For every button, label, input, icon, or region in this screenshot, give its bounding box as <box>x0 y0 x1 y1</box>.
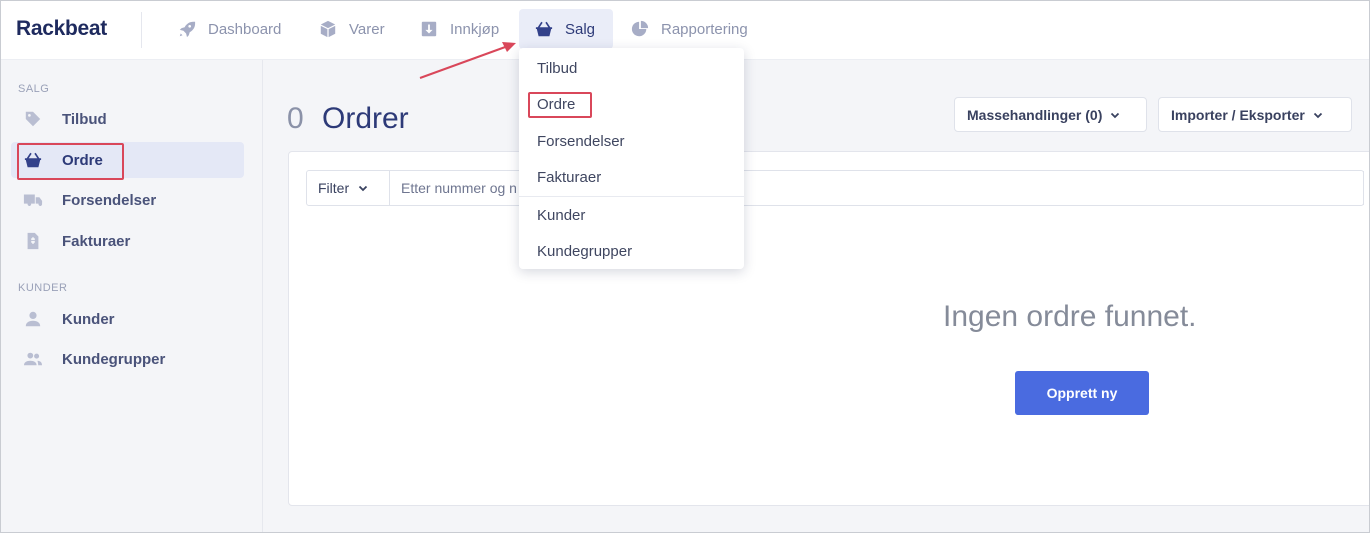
sidebar-item-label: Forsendelser <box>62 191 157 209</box>
nav-varer-label: Varer <box>349 20 385 38</box>
sidebar-item-kunder[interactable]: Kunder <box>11 301 244 337</box>
empty-state-text: Ingen ordre funnet. <box>943 300 1197 333</box>
import-export-button[interactable]: Importer / Eksporter <box>1158 97 1352 132</box>
import-export-label: Importer / Eksporter <box>1171 106 1305 123</box>
nav-salg[interactable]: Salg <box>519 9 614 49</box>
user-icon <box>25 311 41 327</box>
menu-item-forsendelser[interactable]: Forsendelser <box>537 133 625 150</box>
box-icon <box>320 20 336 38</box>
filter-label: Filter <box>318 180 350 196</box>
divider <box>141 12 142 48</box>
filter-button[interactable]: Filter <box>307 171 390 205</box>
sidebar-item-fakturaer[interactable]: Fakturaer <box>11 223 244 259</box>
sidebar: SALG Tilbud Ordre Forsendelser Fakturaer… <box>0 60 263 533</box>
order-count: 0 <box>287 102 304 135</box>
chevron-down-icon <box>1313 112 1322 118</box>
sidebar-item-label: Kunder <box>62 310 115 328</box>
nav-salg-label: Salg <box>565 20 596 38</box>
pie-chart-icon <box>631 20 649 37</box>
nav-varer[interactable]: Varer <box>303 9 403 49</box>
logo[interactable]: Rackbeat <box>16 17 107 41</box>
sidebar-item-forsendelser[interactable]: Forsendelser <box>11 182 244 218</box>
sidebar-item-kundegrupper[interactable]: Kundegrupper <box>11 341 244 377</box>
menu-item-fakturaer[interactable]: Fakturaer <box>537 169 601 186</box>
menu-item-kundegrupper[interactable]: Kundegrupper <box>537 243 632 260</box>
sidebar-section-salg: SALG <box>18 83 50 95</box>
basket-icon <box>535 21 553 37</box>
menu-item-tilbud[interactable]: Tilbud <box>537 60 577 77</box>
sidebar-item-tilbud[interactable]: Tilbud <box>11 101 244 137</box>
invoice-icon <box>27 232 39 250</box>
sidebar-section-kunder: KUNDER <box>18 282 68 294</box>
menu-divider <box>519 196 744 197</box>
nav-dashboard[interactable]: Dashboard <box>162 9 299 49</box>
bulk-actions-label: Massehandlinger (0) <box>967 106 1103 123</box>
highlight-box-menu-ordre <box>528 92 592 118</box>
nav-rapportering-label: Rapportering <box>661 20 748 38</box>
salg-dropdown-menu: Tilbud Ordre Forsendelser Fakturaer Kund… <box>519 48 744 269</box>
rocket-icon <box>179 21 196 38</box>
highlight-box-sidebar-ordre <box>17 143 124 180</box>
page-title: Ordrer <box>322 102 409 135</box>
annotation-arrow-icon <box>419 42 516 79</box>
sidebar-item-label: Kundegrupper <box>62 350 166 368</box>
chevron-down-icon <box>1111 112 1120 118</box>
nav-dashboard-label: Dashboard <box>208 20 282 38</box>
filter-bar-divider <box>1363 171 1364 205</box>
nav-rapportering[interactable]: Rapportering <box>615 9 766 49</box>
sidebar-item-label: Fakturaer <box>62 232 131 250</box>
filter-bar: Filter <box>306 170 1364 206</box>
menu-item-kunder[interactable]: Kunder <box>537 207 585 224</box>
users-icon <box>24 352 42 366</box>
bulk-actions-button[interactable]: Massehandlinger (0) <box>954 97 1147 132</box>
truck-icon <box>23 194 43 206</box>
nav-innkjop-label: Innkjøp <box>450 20 500 38</box>
chevron-down-icon <box>358 185 368 192</box>
sidebar-item-label: Tilbud <box>62 110 107 128</box>
create-new-button[interactable]: Opprett ny <box>1015 371 1149 415</box>
tag-icon <box>25 111 41 127</box>
